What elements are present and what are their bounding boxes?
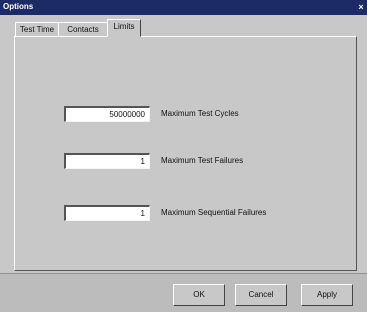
max-sequential-failures-field[interactable] bbox=[64, 205, 150, 221]
max-test-failures-field[interactable] bbox=[64, 153, 150, 169]
window-title: Options bbox=[3, 2, 34, 11]
max-test-failures-label: Maximum Test Failures bbox=[161, 156, 244, 165]
title-bar: Options × bbox=[0, 0, 367, 15]
max-test-cycles-label: Maximum Test Cycles bbox=[161, 109, 239, 118]
max-sequential-failures-label: Maximum Sequential Failures bbox=[161, 208, 267, 217]
tab-limits[interactable]: Limits bbox=[107, 19, 141, 37]
button-row: OK Cancel Apply bbox=[0, 273, 367, 312]
apply-button[interactable]: Apply bbox=[301, 284, 353, 306]
cancel-button[interactable]: Cancel bbox=[235, 284, 287, 306]
tab-contacts[interactable]: Contacts bbox=[58, 22, 108, 36]
max-test-cycles-field[interactable] bbox=[64, 106, 150, 122]
limits-panel: Maximum Test Cycles Maximum Test Failure… bbox=[14, 36, 357, 271]
close-icon[interactable]: × bbox=[356, 2, 366, 12]
tab-test-time[interactable]: Test Time bbox=[15, 22, 59, 36]
ok-button[interactable]: OK bbox=[173, 284, 225, 306]
